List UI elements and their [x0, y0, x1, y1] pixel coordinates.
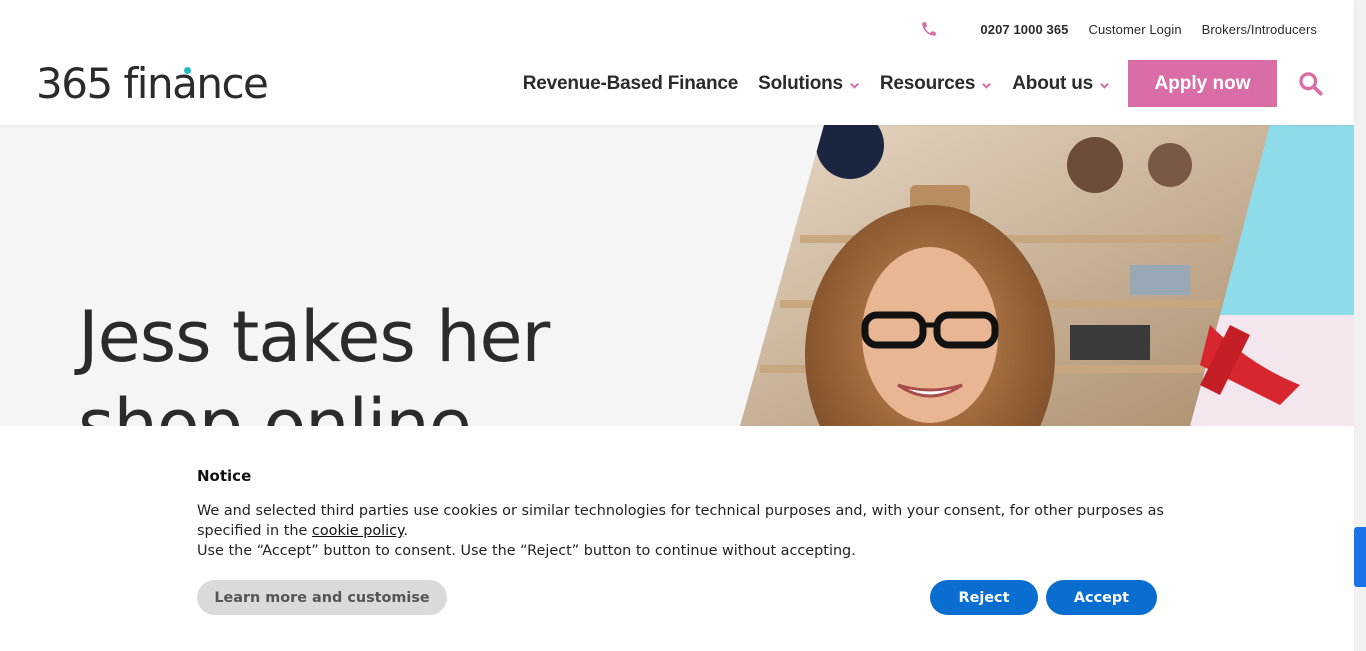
hero-title-line-1: Jess takes her	[78, 296, 550, 378]
hero-title-line-2: shop online	[78, 384, 472, 426]
reject-button[interactable]: Reject	[930, 580, 1038, 615]
chevron-down-icon	[1099, 80, 1110, 91]
customer-login-link[interactable]: Customer Login	[1088, 22, 1181, 37]
nav-revenue-based-finance[interactable]: Revenue-Based Finance	[522, 72, 739, 95]
nav-resources[interactable]: Resources	[880, 73, 992, 95]
cookie-text-part-2: .	[403, 523, 409, 539]
logo-accent-dot	[184, 67, 191, 74]
chevron-down-icon	[981, 80, 992, 91]
chevron-down-icon	[849, 80, 860, 91]
hero-title: Jess takes her shop online	[78, 293, 698, 426]
apply-now-button[interactable]: Apply now	[1128, 60, 1277, 107]
side-feedback-tab[interactable]	[1354, 527, 1366, 587]
cookie-policy-link[interactable]: cookie policy	[312, 523, 404, 539]
nav-label: Resources	[879, 72, 976, 94]
nav-label: About us	[1012, 72, 1093, 94]
hero-image	[740, 125, 1354, 426]
cookie-text-line-2: Use the “Accept” button to consent. Use …	[197, 543, 856, 559]
nav-about-us[interactable]: About us	[1012, 73, 1110, 95]
nav-solutions[interactable]: Solutions	[758, 73, 860, 95]
brokers-link[interactable]: Brokers/Introducers	[1202, 22, 1317, 37]
utility-bar: 0207 1000 365 Customer Login Brokers/Int…	[920, 18, 1317, 40]
search-icon[interactable]	[1297, 70, 1324, 97]
phone-number-link[interactable]: 0207 1000 365	[980, 22, 1068, 37]
cookie-notice-text: We and selected third parties use cookie…	[197, 501, 1172, 561]
logo-text: 365 finance	[36, 59, 269, 108]
main-nav: Revenue-Based Finance Solutions Resource…	[503, 60, 1324, 107]
logo[interactable]: 365 finance	[36, 59, 269, 108]
nav-label: Solutions	[758, 72, 843, 94]
cookie-notice: Notice We and selected third parties use…	[0, 426, 1354, 651]
accept-button[interactable]: Accept	[1046, 580, 1157, 615]
cookie-notice-title: Notice	[197, 467, 252, 485]
phone-icon[interactable]	[920, 20, 938, 38]
site-header: 0207 1000 365 Customer Login Brokers/Int…	[0, 0, 1354, 125]
nav-label: Revenue-Based Finance	[522, 72, 739, 94]
learn-more-customise-button[interactable]: Learn more and customise	[197, 580, 447, 615]
